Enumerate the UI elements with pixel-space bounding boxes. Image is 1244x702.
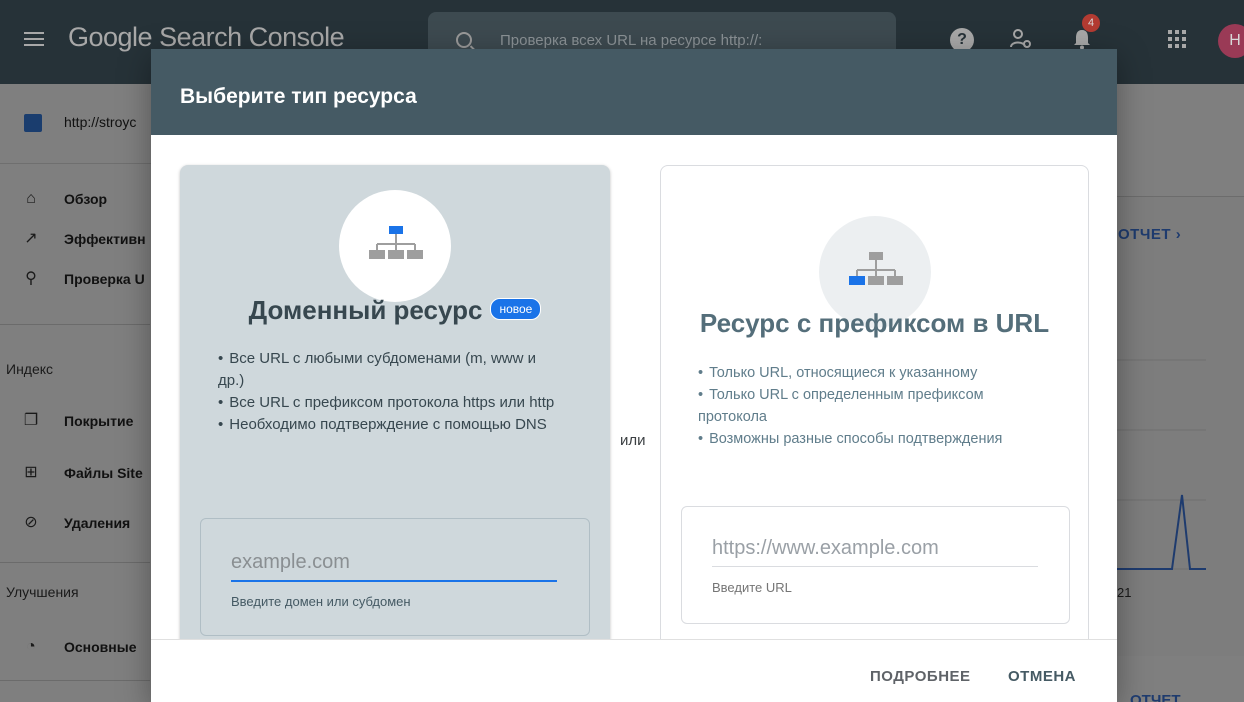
sidebar-item-label: Основные [64, 639, 137, 655]
section-enhancements: Улучшения [6, 584, 79, 600]
eye-off-icon: ⊘ [24, 514, 38, 531]
gauge-icon: ◔ [26, 638, 36, 655]
domain-property-illustration [339, 190, 451, 302]
divider [0, 562, 150, 563]
list-item: Необходимо подтверждение с помощью DNS [218, 414, 558, 436]
url-input-helper: Введите URL [712, 580, 792, 595]
learn-more-button[interactable]: ПОДРОБНЕЕ [870, 668, 971, 685]
or-separator: или [620, 432, 646, 449]
url-prefix-property-option[interactable]: Ресурс с префиксом в URL Только URL, отн… [660, 165, 1089, 655]
trending-icon: ↗ [24, 230, 38, 247]
chevron-right-icon: › [1175, 226, 1182, 243]
sidebar-item-label: Удаления [64, 515, 131, 531]
sidebar-item-label: Эффективн [64, 231, 146, 247]
sitemap-icon [369, 226, 423, 259]
domain-property-title: Доменный ресурс новое [180, 295, 610, 326]
domain-feature-list: Все URL с любыми субдоменами (m, www и д… [218, 348, 558, 436]
property-icon [24, 114, 42, 132]
sitemap-icon [849, 252, 903, 285]
open-report-link[interactable]: ОТЧЕТ › [1118, 226, 1181, 243]
search-placeholder: Проверка всех URL на ресурсе http://: [500, 32, 763, 49]
performance-graph [1116, 359, 1206, 570]
list-item: Все URL с префиксом протокола https или … [218, 392, 558, 414]
axis-tick-label: 21 [1117, 585, 1132, 600]
property-name: http://stroyc [64, 114, 137, 130]
dialog-title: Выберите тип ресурса [180, 85, 417, 108]
domain-input-helper: Введите домен или субдомен [231, 594, 411, 609]
new-badge: новое [490, 298, 542, 321]
section-index: Индекс [6, 361, 54, 377]
sitemap-icon: ⊞ [24, 464, 38, 481]
sidebar-item-label: Покрытие [64, 413, 134, 429]
domain-input[interactable] [231, 551, 557, 582]
select-property-type-dialog: Выберите тип ресурса Доменный ресурс ново… [151, 49, 1117, 702]
domain-title-text: Доменный ресурс [248, 295, 483, 325]
open-report-link-secondary[interactable]: ОТЧЕТ [1130, 692, 1181, 702]
divider [0, 680, 150, 681]
cancel-button[interactable]: ОТМЕНА [1008, 668, 1076, 685]
sidebar-item-label: Файлы Site [64, 465, 143, 481]
list-item: Только URL с определенным префиксом прот… [698, 384, 1048, 428]
url-input[interactable] [712, 537, 1038, 567]
url-prefix-feature-list: Только URL, относящиеся к указанному Тол… [698, 362, 1048, 450]
apps-grid-icon[interactable] [1168, 30, 1186, 48]
account-settings-icon[interactable] [1010, 28, 1032, 50]
report-link-label: ОТЧЕТ [1118, 226, 1172, 243]
search-icon: ⚲ [25, 270, 37, 287]
url-input-container: Введите URL [681, 506, 1070, 624]
url-prefix-title: Ресурс с префиксом в URL [699, 308, 1050, 338]
domain-input-container: Введите домен или субдомен [200, 518, 590, 636]
list-item: Все URL с любыми субдоменами (m, www и д… [218, 348, 558, 392]
notification-badge: 4 [1082, 14, 1100, 32]
menu-icon[interactable] [24, 32, 44, 46]
dialog-header: Выберите тип ресурса [151, 49, 1117, 135]
report-link-label: ОТЧЕТ [1130, 692, 1181, 702]
avatar[interactable]: Н [1218, 24, 1244, 58]
home-icon: ⌂ [26, 190, 36, 207]
copy-icon: ❐ [23, 412, 39, 429]
dialog-footer: ПОДРОБНЕЕ ОТМЕНА [151, 639, 1117, 702]
domain-property-option[interactable]: Доменный ресурс новое Все URL с любыми су… [180, 165, 610, 655]
divider [0, 324, 150, 325]
list-item: Только URL, относящиеся к указанному [698, 362, 1048, 384]
list-item: Возможны разные способы подтверждения [698, 428, 1048, 450]
sidebar-item-label: Обзор [64, 191, 108, 207]
search-icon [456, 32, 472, 48]
sidebar-item-label: Проверка U [64, 271, 145, 287]
